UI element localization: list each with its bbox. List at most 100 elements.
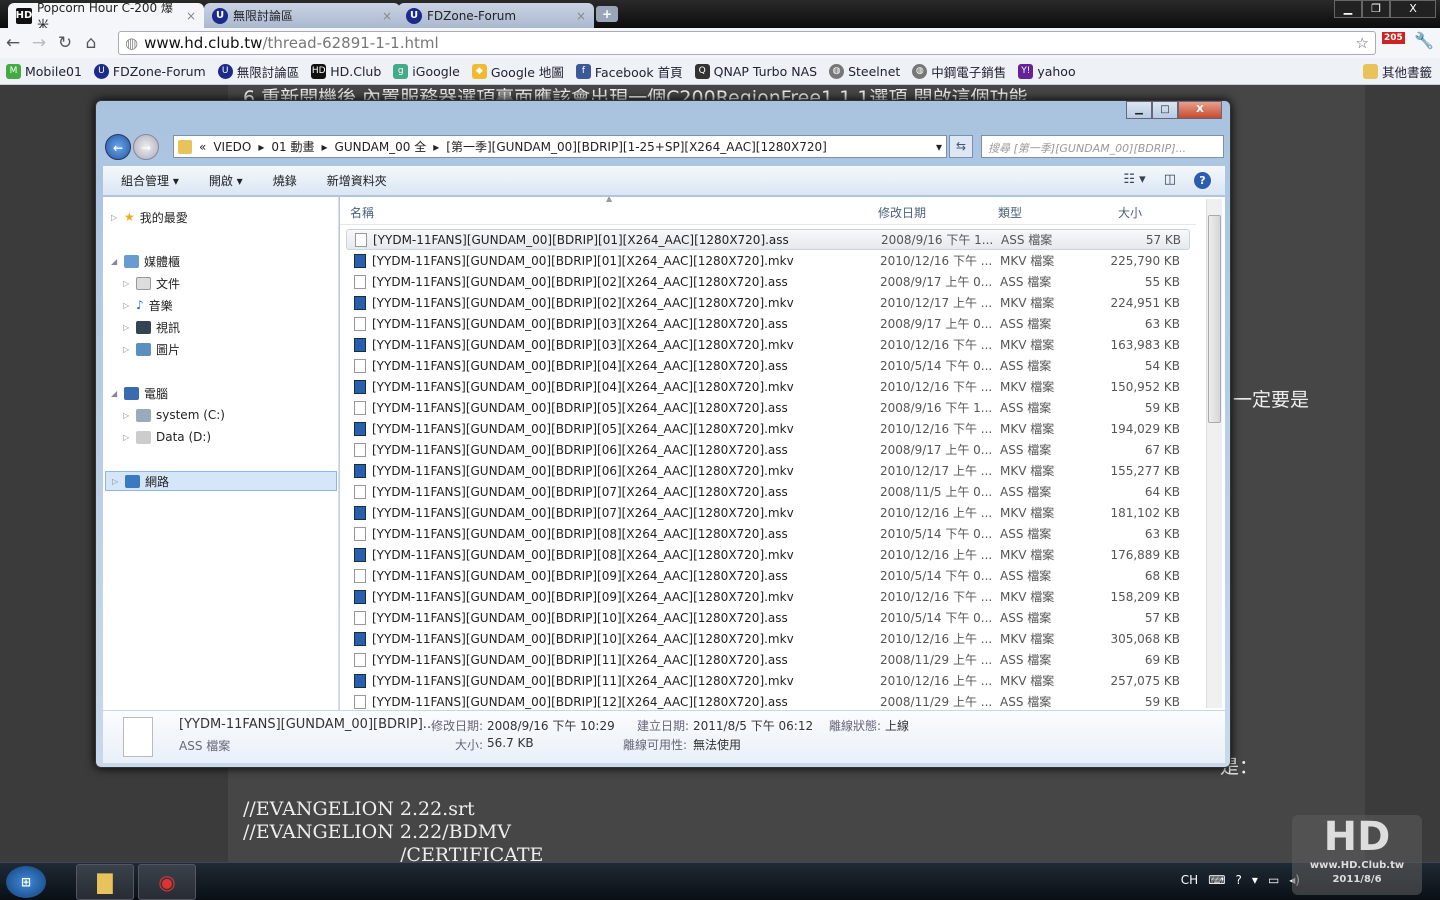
tab-fdzone[interactable]: U FDZone-Forum ×: [398, 3, 594, 28]
bookmark-forum[interactable]: U 無限討論區: [217, 62, 299, 81]
forward-icon[interactable]: →: [26, 33, 52, 53]
breadcrumb-gundam[interactable]: GUNDAM_00 全: [335, 138, 427, 155]
address-bar[interactable]: ◍ www.hd.club.tw/thread-62891-1-1.html ☆: [118, 31, 1376, 55]
nav-videos[interactable]: ▷ 視訊: [123, 317, 180, 337]
nav-documents[interactable]: ▷ 文件: [123, 273, 180, 293]
minimize-button[interactable]: ▁: [1334, 0, 1362, 18]
file-date: 2010/12/16 上午 ...: [880, 674, 993, 688]
bookmark-fdzone[interactable]: U FDZone-Forum: [93, 63, 206, 79]
file-row[interactable]: [YYDM-11FANS][GUNDAM_00][BDRIP][07][X264…: [346, 481, 1190, 502]
new-tab-button[interactable]: +: [596, 6, 618, 22]
language-indicator[interactable]: CH: [1181, 873, 1198, 887]
file-row[interactable]: [YYDM-11FANS][GUNDAM_00][BDRIP][06][X264…: [346, 460, 1190, 481]
gmail-checker-badge[interactable]: 205: [1382, 32, 1405, 44]
file-row[interactable]: [YYDM-11FANS][GUNDAM_00][BDRIP][04][X264…: [346, 355, 1190, 376]
bookmark-yahoo[interactable]: Y! yahoo: [1018, 63, 1076, 79]
file-row[interactable]: [YYDM-11FANS][GUNDAM_00][BDRIP][08][X264…: [346, 523, 1190, 544]
bookmark-mobile01[interactable]: M Mobile01: [6, 63, 82, 79]
view-options-icon[interactable]: ☷ ▾: [1123, 172, 1145, 189]
vertical-scrollbar[interactable]: [1206, 199, 1222, 708]
other-bookmarks[interactable]: 其他書籤: [1362, 62, 1432, 81]
bookmark-igoogle[interactable]: g iGoogle: [393, 63, 460, 79]
file-row[interactable]: [YYDM-11FANS][GUNDAM_00][BDRIP][01][X264…: [346, 250, 1190, 271]
star-icon[interactable]: ☆: [1356, 34, 1369, 52]
file-row[interactable]: [YYDM-11FANS][GUNDAM_00][BDRIP][09][X264…: [346, 565, 1190, 586]
nav-computer[interactable]: ◢ 電腦: [111, 383, 168, 403]
file-row[interactable]: [YYDM-11FANS][GUNDAM_00][BDRIP][11][X264…: [346, 649, 1190, 670]
close-window-button[interactable]: X: [1390, 0, 1436, 18]
explorer-close-button[interactable]: X: [1178, 101, 1222, 119]
nav-pictures[interactable]: ▷ 圖片: [123, 339, 180, 359]
close-tab-icon[interactable]: ×: [186, 9, 196, 23]
explorer-maximize-button[interactable]: □: [1152, 101, 1178, 119]
close-tab-icon[interactable]: ×: [576, 9, 586, 23]
file-row[interactable]: [YYDM-11FANS][GUNDAM_00][BDRIP][09][X264…: [346, 586, 1190, 607]
keyboard-icon[interactable]: ⌨: [1208, 873, 1225, 887]
file-row[interactable]: [YYDM-11FANS][GUNDAM_00][BDRIP][11][X264…: [346, 670, 1190, 691]
nav-d-drive[interactable]: ▷ Data (D:): [123, 427, 211, 447]
file-row[interactable]: [YYDM-11FANS][GUNDAM_00][BDRIP][04][X264…: [346, 376, 1190, 397]
breadcrumb-current-folder[interactable]: [第一季][GUNDAM_00][BDRIP][1-25+SP][X264_AA…: [446, 138, 827, 155]
start-button[interactable]: ⊞: [6, 866, 46, 898]
nav-music[interactable]: ▷ ♪ 音樂: [123, 295, 173, 315]
back-icon[interactable]: ←: [0, 33, 26, 53]
file-row[interactable]: [YYDM-11FANS][GUNDAM_00][BDRIP][10][X264…: [346, 607, 1190, 628]
text-file-icon: [354, 316, 366, 331]
burn-button[interactable]: 燒錄: [273, 172, 297, 189]
breadcrumb-anime[interactable]: 01 動畫: [271, 138, 314, 155]
column-date[interactable]: 修改日期: [878, 204, 926, 221]
bookmark-hdclub[interactable]: HD HD.Club: [311, 63, 381, 79]
file-row[interactable]: [YYDM-11FANS][GUNDAM_00][BDRIP][10][X264…: [346, 628, 1190, 649]
network-icon[interactable]: ▭: [1268, 873, 1279, 887]
column-name[interactable]: 名稱: [350, 204, 374, 221]
wrench-icon[interactable]: 🔧: [1414, 31, 1434, 50]
reload-icon[interactable]: ↻: [52, 33, 78, 53]
refresh-button[interactable]: ⇆: [949, 135, 973, 158]
nav-libraries[interactable]: ◢ 媒體櫃: [111, 251, 180, 271]
file-row[interactable]: [YYDM-11FANS][GUNDAM_00][BDRIP][02][X264…: [346, 271, 1190, 292]
forward-button[interactable]: →: [133, 134, 159, 160]
bookmark-google-maps[interactable]: ◆ Google 地圖: [471, 62, 564, 81]
file-date: 2008/9/17 上午 0...: [880, 317, 993, 331]
help-icon[interactable]: ?: [1236, 873, 1242, 887]
explorer-minimize-button[interactable]: ▁: [1126, 101, 1152, 119]
bookmark-facebook[interactable]: f Facebook 首頁: [575, 62, 683, 81]
column-size[interactable]: 大小: [1118, 204, 1142, 221]
tab-forum[interactable]: U 無限討論區 ×: [204, 3, 400, 28]
taskbar-chrome[interactable]: ◉: [138, 864, 196, 900]
file-row[interactable]: [YYDM-11FANS][GUNDAM_00][BDRIP][07][X264…: [346, 502, 1190, 523]
column-type[interactable]: 類型: [998, 204, 1022, 221]
tray-icon[interactable]: ▾: [1252, 873, 1258, 887]
home-icon[interactable]: ⌂: [78, 33, 104, 53]
bookmark-qnap[interactable]: Q QNAP Turbo NAS: [694, 63, 817, 79]
bookmark-csc-sales[interactable]: ◍ 中鋼電子銷售: [912, 62, 1006, 81]
preview-pane-icon[interactable]: ◫: [1164, 172, 1176, 189]
file-row[interactable]: [YYDM-11FANS][GUNDAM_00][BDRIP][08][X264…: [346, 544, 1190, 565]
file-row[interactable]: [YYDM-11FANS][GUNDAM_00][BDRIP][03][X264…: [346, 313, 1190, 334]
file-row[interactable]: [YYDM-11FANS][GUNDAM_00][BDRIP][02][X264…: [346, 292, 1190, 313]
open-button[interactable]: 開啟 ▾: [209, 172, 243, 189]
file-row[interactable]: [YYDM-11FANS][GUNDAM_00][BDRIP][05][X264…: [346, 418, 1190, 439]
breadcrumb-videos[interactable]: VIEDO: [213, 140, 251, 154]
file-row[interactable]: [YYDM-11FANS][GUNDAM_00][BDRIP][05][X264…: [346, 397, 1190, 418]
search-input[interactable]: 搜尋 [第一季][GUNDAM_00][BDRIP]...: [981, 135, 1224, 158]
nav-c-drive[interactable]: ▷ system (C:): [123, 405, 225, 425]
file-row[interactable]: [YYDM-11FANS][GUNDAM_00][BDRIP][06][X264…: [346, 439, 1190, 460]
close-tab-icon[interactable]: ×: [382, 9, 392, 23]
tab-popcorn-hour[interactable]: HD Popcorn Hour C-200 爆米 ×: [8, 1, 204, 32]
chevron-down-icon[interactable]: ▾: [936, 140, 942, 154]
bookmark-steelnet[interactable]: ◍ Steelnet: [829, 63, 900, 79]
taskbar-explorer[interactable]: ▇: [76, 864, 134, 900]
file-row[interactable]: [YYDM-11FANS][GUNDAM_00][BDRIP][03][X264…: [346, 334, 1190, 355]
organize-button[interactable]: 組合管理 ▾: [121, 172, 179, 189]
explorer-address-bar[interactable]: « VIEDO ▸ 01 動畫 ▸ GUNDAM_00 全 ▸ [第一季][GUNDA…: [173, 135, 947, 158]
back-button[interactable]: ←: [105, 134, 131, 160]
scrollbar-thumb[interactable]: [1208, 215, 1221, 423]
file-row[interactable]: [YYDM-11FANS][GUNDAM_00][BDRIP][01][X264…: [346, 229, 1190, 250]
restore-button[interactable]: ❐: [1362, 0, 1390, 18]
new-folder-button[interactable]: 新增資料夾: [327, 172, 387, 189]
help-icon[interactable]: ?: [1194, 172, 1211, 189]
nav-favorites[interactable]: ▷ ★ 我的最愛: [111, 207, 188, 227]
nav-network[interactable]: ▷ 網路: [105, 471, 337, 491]
file-row[interactable]: [YYDM-11FANS][GUNDAM_00][BDRIP][12][X264…: [346, 691, 1190, 710]
